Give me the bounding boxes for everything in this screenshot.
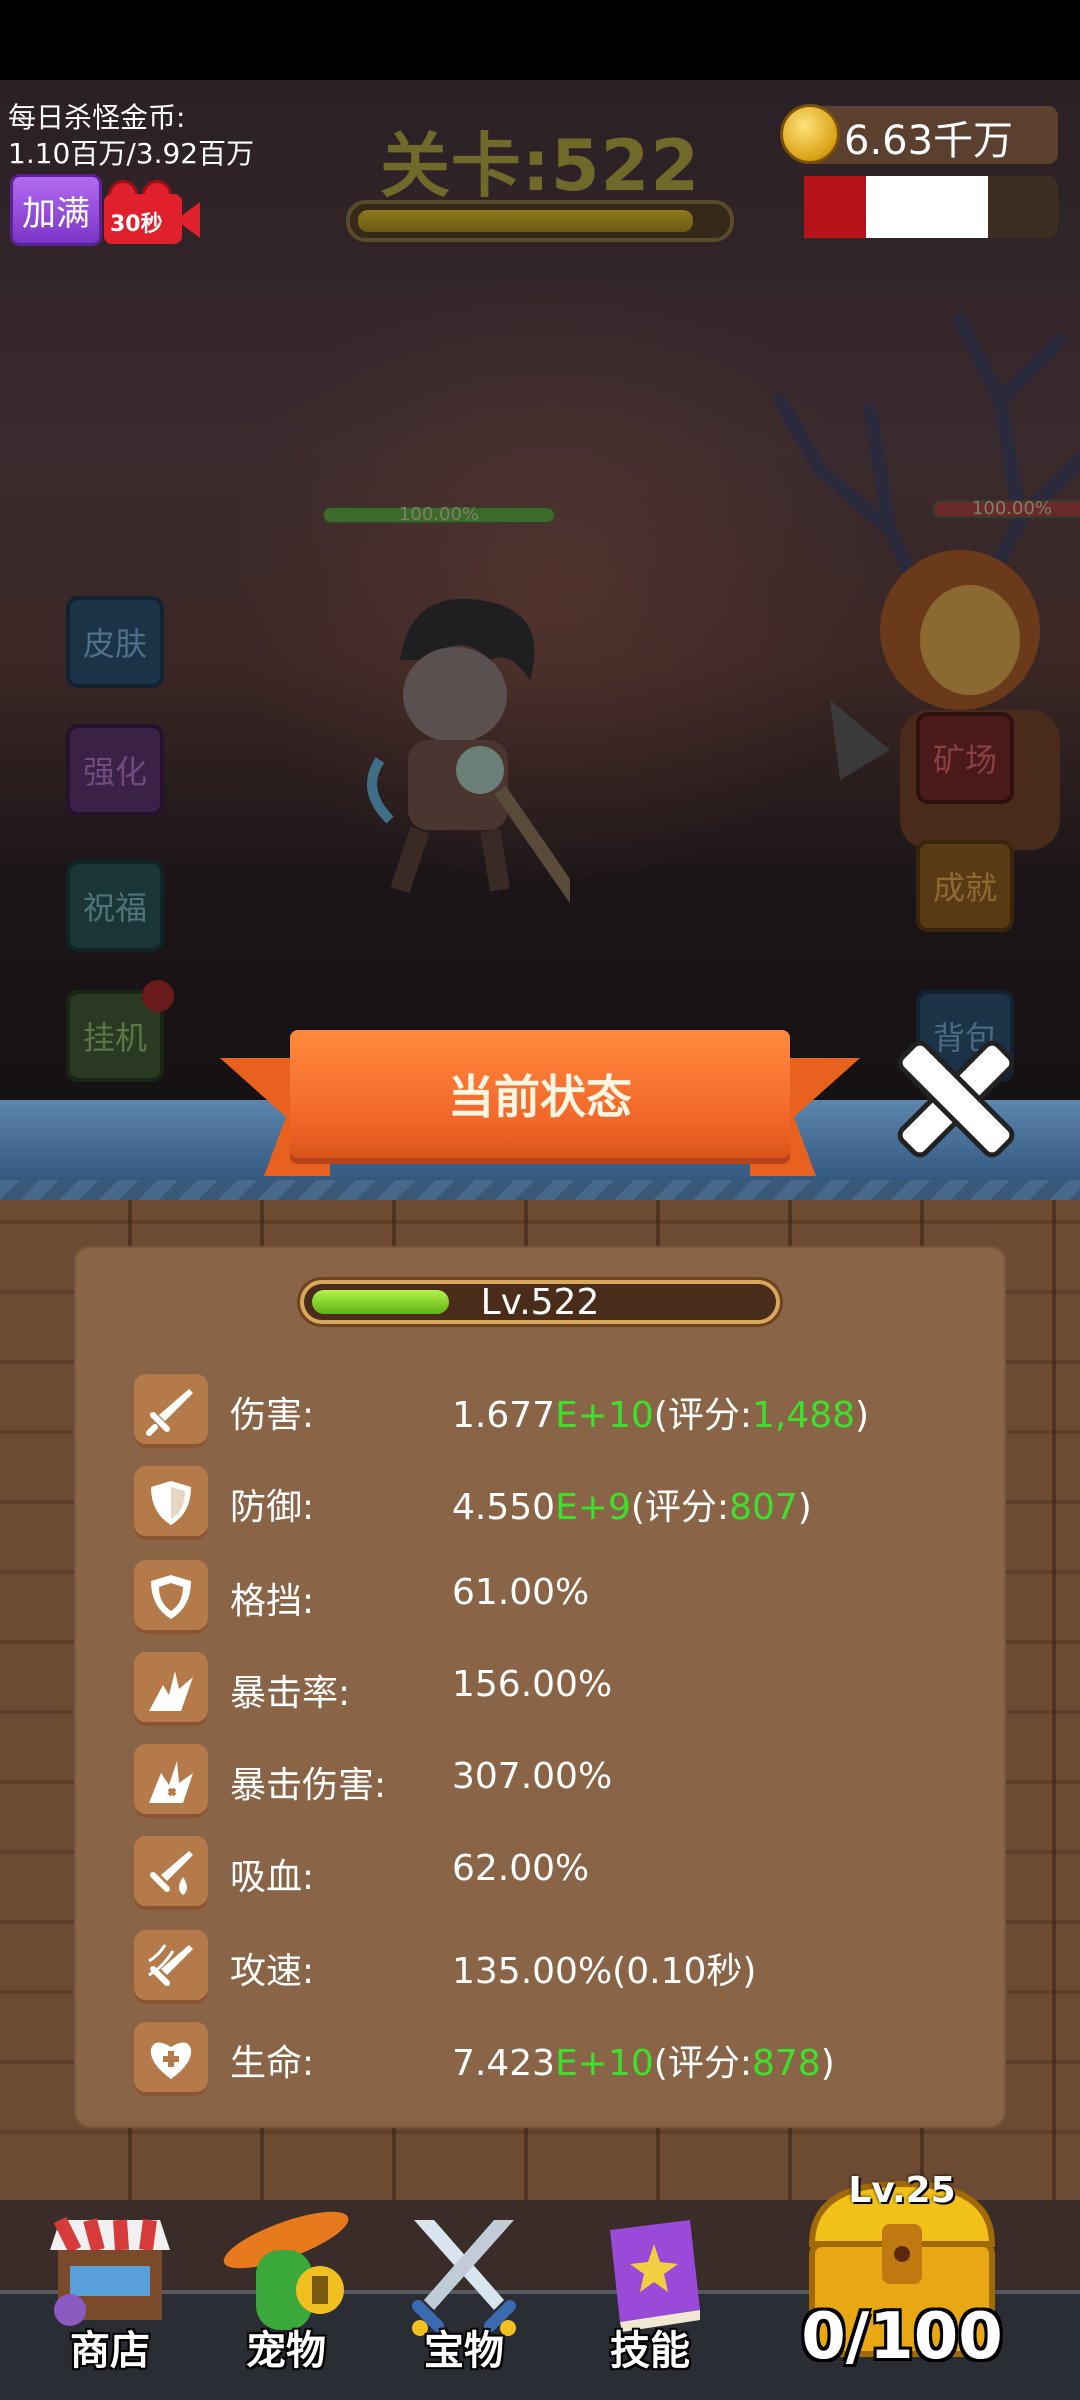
panel-title-ribbon: 当前状态 (220, 1030, 860, 1180)
stat-value: 307.00% (452, 1756, 613, 1797)
block-shield-icon (134, 1560, 208, 1634)
flag-icon (804, 176, 866, 238)
stat-row-crit-damage: 暴击伤害: 307.00% (134, 1744, 1014, 1818)
stat-label: 暴击率: (230, 1673, 351, 1714)
nav-shop[interactable]: 商店 (20, 2200, 200, 2400)
nav-shop-label: 商店 (70, 2328, 150, 2374)
mine-button[interactable]: 矿场 (916, 712, 1014, 804)
stat-value: 4.550E+9(评分:807) (452, 1487, 812, 1528)
coin-value: 6.63千万 (844, 118, 1014, 164)
panel-title: 当前状态 (290, 1030, 790, 1158)
stage-progress-bar (346, 200, 734, 242)
stat-label: 吸血: (230, 1857, 315, 1898)
shield-icon (134, 1466, 208, 1540)
critical-rate-icon (134, 1652, 208, 1726)
nav-skill[interactable]: 技能 (560, 2200, 740, 2400)
stat-row-damage: 伤害: 1.677E+10(评分:1,488) (134, 1374, 1014, 1448)
stat-row-defense: 防御: 4.550E+9(评分:807) (134, 1466, 1014, 1540)
hero-hp-bar: 100.00% (322, 504, 556, 525)
attack-speed-icon (134, 1930, 208, 2004)
blessing-button[interactable]: 祝福 (66, 860, 164, 952)
enemy-hp-text: 100.00% (971, 498, 1053, 519)
stat-row-crit-rate: 暴击率: 156.00% (134, 1652, 1014, 1726)
stage-progress-fill (358, 210, 693, 232)
stat-label: 攻速: (230, 1951, 315, 1992)
stat-label: 生命: (230, 2043, 315, 2084)
enemy-hp-bar: 100.00% (932, 498, 1080, 519)
sword-icon (134, 1374, 208, 1448)
hero-character (367, 598, 570, 904)
close-icon[interactable] (896, 1040, 1014, 1158)
system-status-bar (0, 0, 1080, 80)
stat-row-lifesteal: 吸血: 62.00% (134, 1836, 1014, 1910)
stat-label: 格挡: (230, 1581, 315, 1622)
lifesteal-icon (134, 1836, 208, 1910)
stat-row-attack-speed: 攻速: 135.00%(0.10秒) (134, 1930, 1014, 2004)
stat-label: 伤害: (230, 1395, 315, 1436)
critical-damage-icon (134, 1744, 208, 1818)
lion-monster (830, 550, 1060, 850)
level-text: Lv.522 (480, 1282, 600, 1323)
nav-treasure-label: 宝物 (424, 2328, 504, 2374)
stat-value: 61.00% (452, 1572, 590, 1613)
stat-value: 1.677E+10(评分:1,488) (452, 1395, 870, 1436)
chest-count: 0/100 (801, 2300, 1003, 2374)
stat-label: 防御: (230, 1487, 315, 1528)
heart-plus-icon (134, 2022, 208, 2096)
stat-value: 62.00% (452, 1848, 590, 1889)
stat-row-health: 生命: 7.423E+10(评分:878) (134, 2022, 1014, 2096)
stat-row-block: 格挡: 61.00% (134, 1560, 1014, 1634)
achievement-button[interactable]: 成就 (916, 840, 1014, 932)
skin-button[interactable]: 皮肤 (66, 596, 164, 688)
notification-dot (142, 980, 174, 1012)
enhance-button[interactable]: 强化 (66, 724, 164, 816)
stat-label: 暴击伤害: (230, 1765, 387, 1806)
nav-treasure[interactable]: 宝物 (374, 2200, 554, 2400)
stat-value: 135.00%(0.10秒) (452, 1951, 757, 1992)
level-bar: Lv.522 (300, 1280, 780, 1324)
nav-pet[interactable]: 宠物 (196, 2200, 376, 2400)
nav-pet-label: 宠物 (246, 2328, 326, 2374)
nav-skill-label: 技能 (610, 2328, 690, 2374)
stat-value: 7.423E+10(评分:878) (452, 2043, 835, 2084)
gold-coin-icon (780, 104, 840, 164)
stat-value: 156.00% (452, 1664, 613, 1705)
hero-hp-text: 100.00% (398, 504, 480, 525)
chest-level: Lv.25 (848, 2170, 956, 2211)
